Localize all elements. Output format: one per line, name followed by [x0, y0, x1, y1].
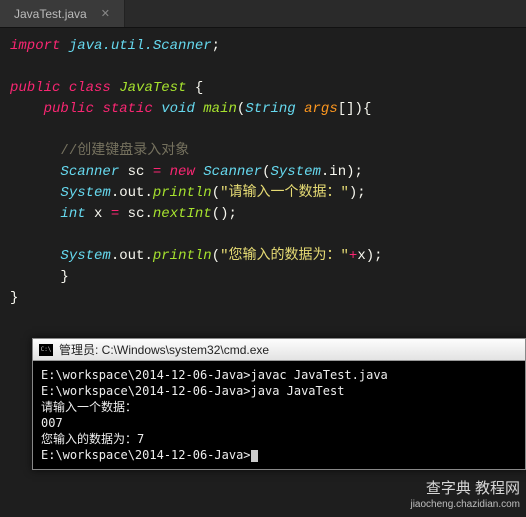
- cmd-window[interactable]: 管理员: C:\Windows\system32\cmd.exe E:\work…: [32, 338, 526, 470]
- str: "您输入的数据为：": [220, 248, 349, 264]
- cmd-line: 007: [41, 415, 517, 431]
- sys: System: [270, 164, 320, 180]
- paren: (: [212, 248, 220, 264]
- sys: System: [60, 248, 110, 264]
- dot: .: [144, 185, 152, 201]
- close: );: [366, 248, 383, 264]
- cmd-body[interactable]: E:\workspace\2014-12-06-Java>javac JavaT…: [33, 361, 525, 469]
- kw-static: static: [102, 101, 152, 117]
- type-scanner: Scanner: [60, 164, 119, 180]
- tab-filename: JavaTest.java: [14, 7, 87, 21]
- brace: }: [10, 290, 18, 306]
- cursor-icon: [251, 450, 258, 462]
- type-string: String: [245, 101, 295, 117]
- cmd-line: 请输入一个数据：: [41, 399, 517, 415]
- fn-main: main: [203, 101, 237, 117]
- tab-bar: JavaTest.java ✕: [0, 0, 526, 28]
- pkg: java.util.Scanner: [60, 38, 211, 54]
- cmd-line: E:\workspace\2014-12-06-Java>java JavaTe…: [41, 383, 517, 399]
- out: out: [119, 185, 144, 201]
- type-int: int: [60, 206, 85, 222]
- param-args: args: [296, 101, 338, 117]
- classname: JavaTest: [111, 80, 195, 96]
- paren: (: [212, 185, 220, 201]
- paren: ();: [212, 206, 237, 222]
- sys: System: [60, 185, 110, 201]
- watermark: 查字典 教程网 jiaocheng.chazidian.com: [410, 481, 520, 513]
- kw-class: class: [69, 80, 111, 96]
- semi: ;: [212, 38, 220, 54]
- dot: .: [144, 206, 152, 222]
- tab-javatest[interactable]: JavaTest.java ✕: [0, 0, 125, 27]
- arr: []: [338, 101, 355, 117]
- ctor: Scanner: [195, 164, 262, 180]
- dot: .: [111, 248, 119, 264]
- nextint: nextInt: [153, 206, 212, 222]
- paren: ){: [355, 101, 372, 117]
- brace: }: [60, 269, 68, 285]
- var-sc: sc: [119, 164, 153, 180]
- str: "请输入一个数据：": [220, 185, 349, 201]
- println: println: [153, 185, 212, 201]
- in: .in: [321, 164, 346, 180]
- var-x: x: [357, 248, 365, 264]
- cmd-title: 管理员: C:\Windows\system32\cmd.exe: [59, 341, 269, 358]
- close: );: [346, 164, 363, 180]
- kw-public: public: [10, 80, 60, 96]
- println: println: [153, 248, 212, 264]
- kw-import: import: [10, 38, 60, 54]
- brace: {: [195, 80, 203, 96]
- cmd-titlebar[interactable]: 管理员: C:\Windows\system32\cmd.exe: [33, 339, 525, 361]
- kw-void: void: [161, 101, 195, 117]
- kw-public: public: [44, 101, 94, 117]
- cmd-prompt: E:\workspace\2014-12-06-Java>: [41, 447, 517, 463]
- dot: .: [144, 248, 152, 264]
- out: out: [119, 248, 144, 264]
- watermark-sub: jiaocheng.chazidian.com: [410, 497, 520, 513]
- code-editor[interactable]: import java.util.Scanner; public class J…: [0, 28, 526, 317]
- prompt-text: E:\workspace\2014-12-06-Java>: [41, 448, 251, 462]
- close-icon[interactable]: ✕: [101, 7, 110, 20]
- op-eq: =: [111, 206, 119, 222]
- cmd-icon: [39, 344, 53, 356]
- close: );: [349, 185, 366, 201]
- kw-new: new: [161, 164, 195, 180]
- watermark-main: 查字典 教程网: [410, 481, 520, 497]
- var-x: x: [86, 206, 111, 222]
- cmd-line: E:\workspace\2014-12-06-Java>javac JavaT…: [41, 367, 517, 383]
- cmd-line: 您输入的数据为：7: [41, 431, 517, 447]
- dot: .: [111, 185, 119, 201]
- comment: //创建键盘录入对象: [60, 143, 189, 159]
- op-eq: =: [153, 164, 161, 180]
- sc: sc: [119, 206, 144, 222]
